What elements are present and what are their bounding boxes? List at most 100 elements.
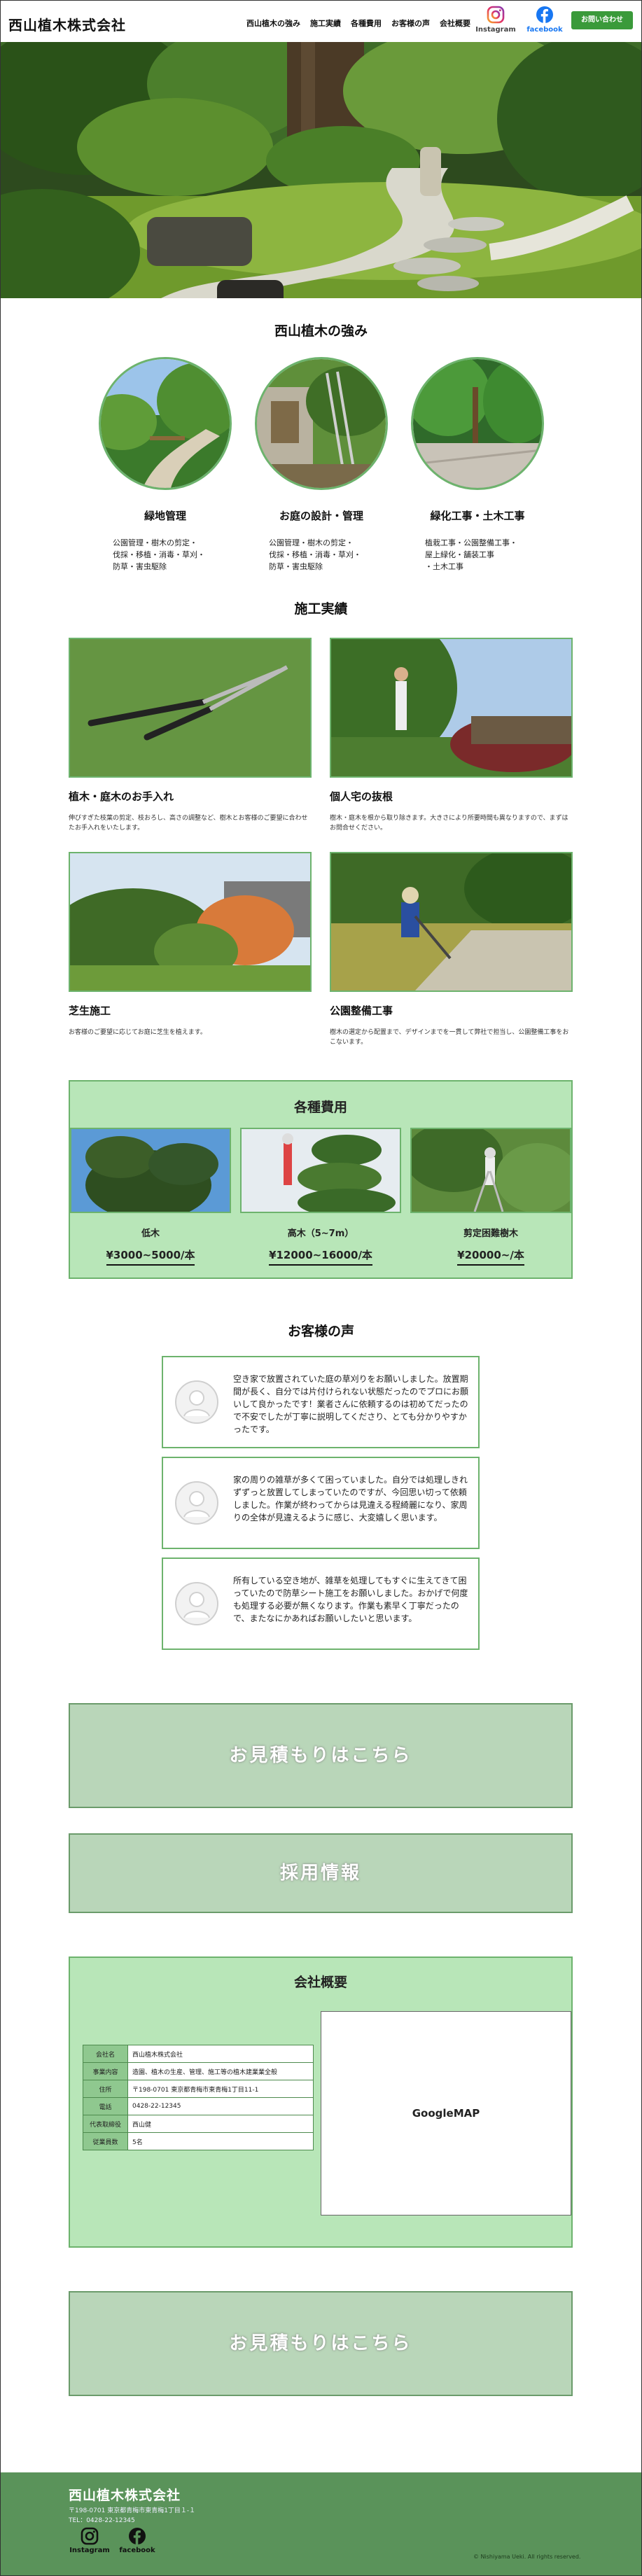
- strength-green-management: 緑地管理 公園管理・樹木の剪定・ 伐採・移植・消毒・草刈・ 防草・害虫駆除: [92, 357, 239, 573]
- footer-logo[interactable]: 西山植木株式会社: [69, 2485, 181, 2504]
- nav-works[interactable]: 施工実績: [310, 18, 341, 29]
- strength-greening-construction: 緑化工事・土木工事 植栽工事・公園整備工事・ 屋上緑化・舗装工事 ・土木工事: [404, 357, 551, 573]
- table-key: 従業員数: [83, 2132, 128, 2150]
- estimate-banner-label: お見積もりはこちら: [229, 1745, 412, 1766]
- nav-company[interactable]: 会社概要: [440, 18, 470, 29]
- table-key: 代表取締役: [83, 2115, 128, 2133]
- footer-address: 〒198-0701 東京都青梅市東青梅1丁目１-１: [69, 2507, 196, 2514]
- work-card[interactable]: 芝生施工 お客様のご要望に応じてお庭に芝生を植えます。: [69, 852, 312, 1037]
- company-info-table: 会社名 西山植木株式会社 事業内容 造園、植木の生産、管理、施工等の植木建業業全般 …: [83, 2045, 314, 2150]
- work-text: 伸びすぎた枝葉の剪定、枝おろし、高さの調整など、樹木とお客様のご要望に合わせたお…: [69, 815, 308, 832]
- table-value: 西山植木株式会社: [127, 2045, 314, 2063]
- table-value: 0428-22-12345: [127, 2097, 314, 2115]
- testimonial-card: 所有している空き地が、雑草を処理してもすぐに生えてきて困っていたので防草シート施…: [162, 1558, 480, 1650]
- instagram-icon: [487, 6, 505, 24]
- work-image-stump-removal: [330, 638, 573, 778]
- price-card: 剪定困難樹木 ¥20000~/本: [410, 1128, 571, 1266]
- strength-image: [411, 357, 544, 490]
- work-image-park: [330, 852, 573, 992]
- company-title: 会社概要: [293, 1975, 347, 1990]
- table-row: 住所 〒198-0701 東京都青梅市東青梅1丁目11-1: [83, 2080, 314, 2098]
- table-value: 造園、植木の生産、管理、施工等の植木建業業全般: [127, 2062, 314, 2080]
- price-image-difficult-tree: [410, 1128, 571, 1213]
- price-image-shrub: [70, 1128, 231, 1213]
- main-nav: 西山植木の強み 施工実績 各種費用 お客様の声 会社概要: [246, 18, 470, 29]
- testimonial-text: 空き家で放置されていた庭の草刈りをお願いしました。放置期間が長く、自分では片付け…: [233, 1374, 469, 1434]
- instagram-label: Instagram: [69, 2547, 110, 2554]
- facebook-label: facebook: [526, 26, 563, 34]
- user-avatar-icon: [175, 1380, 218, 1424]
- testimonial-text: 家の周りの雑草が多くて困っていました。自分では処理しきれずずっと放置してしまって…: [233, 1475, 468, 1522]
- work-text: お客様のご要望に応じてお庭に芝生を植えます。: [69, 1029, 207, 1036]
- table-row: 代表取締役 西山健: [83, 2115, 314, 2133]
- strength-image: [255, 357, 388, 490]
- hero-garden-image: [0, 42, 642, 298]
- works-title: 施工実績: [294, 601, 348, 617]
- price-value: ¥12000~16000/本: [269, 1247, 372, 1266]
- table-row: 事業内容 造園、植木の生産、管理、施工等の植木建業業全般: [83, 2062, 314, 2080]
- table-key: 電話: [83, 2097, 128, 2115]
- work-title: 公園整備工事: [330, 1004, 393, 1017]
- work-title: 芝生施工: [69, 1004, 111, 1017]
- contact-button[interactable]: お問い合わせ: [571, 11, 633, 29]
- company-panel: 会社概要 会社名 西山植木株式会社 事業内容 造園、植木の生産、管理、施工等の植木建…: [69, 1956, 573, 2248]
- instagram-label: Instagram: [475, 26, 516, 34]
- site-logo[interactable]: 西山植木株式会社: [8, 14, 126, 34]
- facebook-icon: [129, 2528, 146, 2544]
- work-title: 植木・庭木のお手入れ: [69, 790, 174, 803]
- testimonial-card: 家の周りの雑草が多くて困っていました。自分では処理しきれずずっと放置してしまって…: [162, 1457, 480, 1549]
- pricing-title: 各種費用: [293, 1100, 347, 1115]
- strength-title: 緑化工事・土木工事: [430, 510, 525, 522]
- footer-instagram-link[interactable]: Instagram: [69, 2527, 111, 2554]
- table-value: 5名: [127, 2132, 314, 2150]
- price-name: 高木（5~7m）: [287, 1228, 354, 1239]
- price-name: 剪定困難樹木: [463, 1228, 518, 1239]
- strength-garden-design: お庭の設計・管理 公園管理・樹木の剪定・ 伐採・移植・消毒・草刈・ 防草・害虫駆…: [248, 357, 395, 573]
- price-name: 低木: [141, 1228, 160, 1239]
- table-key: 事業内容: [83, 2062, 128, 2080]
- testimonial-card: 空き家で放置されていた庭の草刈りをお願いしました。放置期間が長く、自分では片付け…: [162, 1356, 480, 1448]
- strengths-title: 西山植木の強み: [274, 323, 368, 339]
- copyright: © Nishiyama Ueki. All rights reserved.: [473, 2554, 581, 2560]
- price-value: ¥3000~5000/本: [106, 1247, 195, 1266]
- price-card: 低木 ¥3000~5000/本: [70, 1128, 231, 1266]
- user-avatar-icon: [175, 1481, 218, 1525]
- google-map-placeholder[interactable]: GoogleMAP: [321, 2011, 571, 2216]
- strength-text: 公園管理・樹木の剪定・ 伐採・移植・消毒・草刈・ 防草・害虫駆除: [269, 538, 361, 571]
- work-card[interactable]: 公園整備工事 樹木の選定から配置まで、デザインまでを一貫して弊社で担当し、公園整…: [330, 852, 573, 1047]
- price-image-tall-tree: [240, 1128, 401, 1213]
- work-card[interactable]: 植木・庭木のお手入れ 伸びすぎた枝葉の剪定、枝おろし、高さの調整など、樹木とお客…: [69, 638, 312, 833]
- strength-text: 植栽工事・公園整備工事・ 屋上緑化・舗装工事 ・土木工事: [425, 538, 517, 571]
- testimonial-text: 所有している空き地が、雑草を処理してもすぐに生えてきて困っていたので防草シート施…: [233, 1576, 468, 1623]
- work-text: 樹木の選定から配置まで、デザインまでを一貫して弊社で担当し、公園整備工事をおこな…: [330, 1029, 569, 1046]
- nav-pricing[interactable]: 各種費用: [351, 18, 382, 29]
- work-image-pruning: [69, 638, 312, 778]
- estimate-banner-bottom[interactable]: お見積もりはこちら: [69, 2291, 573, 2396]
- table-key: 会社名: [83, 2045, 128, 2063]
- table-row: 会社名 西山植木株式会社: [83, 2045, 314, 2063]
- nav-strengths[interactable]: 西山植木の強み: [246, 18, 300, 29]
- table-value: 西山健: [127, 2115, 314, 2133]
- site-header: 西山植木株式会社 西山植木の強み 施工実績 各種費用 お客様の声 会社概要 In…: [0, 0, 642, 42]
- facebook-link[interactable]: facebook: [522, 6, 567, 34]
- recruit-banner[interactable]: 採用情報: [69, 1833, 573, 1913]
- footer-tel: TEL：0428-22-12345: [69, 2517, 135, 2524]
- table-value: 〒198-0701 東京都青梅市東青梅1丁目11-1: [127, 2080, 314, 2098]
- price-value: ¥20000~/本: [457, 1247, 524, 1266]
- instagram-link[interactable]: Instagram: [473, 6, 518, 34]
- footer-facebook-link[interactable]: facebook: [116, 2527, 158, 2554]
- estimate-banner-label: お見積もりはこちら: [229, 2333, 412, 2354]
- estimate-banner[interactable]: お見積もりはこちら: [69, 1703, 573, 1808]
- nav-voices[interactable]: お客様の声: [391, 18, 430, 29]
- work-text: 樹木・庭木を根から取り除きます。大きさにより所要時間も異なりますので、まずはお問…: [330, 815, 568, 832]
- price-card: 高木（5~7m） ¥12000~16000/本: [240, 1128, 401, 1266]
- facebook-icon: [536, 6, 553, 23]
- work-card[interactable]: 個人宅の抜根 樹木・庭木を根から取り除きます。大きさにより所要時間も異なりますの…: [330, 638, 573, 833]
- user-avatar-icon: [175, 1582, 218, 1625]
- voices-title: お客様の声: [287, 1324, 354, 1339]
- site-footer: 西山植木株式会社 〒198-0701 東京都青梅市東青梅1丁目１-１ TEL：0…: [0, 2472, 642, 2576]
- strength-text: 公園管理・樹木の剪定・ 伐採・移植・消毒・草刈・ 防草・害虫駆除: [113, 538, 205, 571]
- work-title: 個人宅の抜根: [330, 790, 393, 803]
- table-row: 電話 0428-22-12345: [83, 2097, 314, 2115]
- recruit-banner-label: 採用情報: [279, 1863, 361, 1884]
